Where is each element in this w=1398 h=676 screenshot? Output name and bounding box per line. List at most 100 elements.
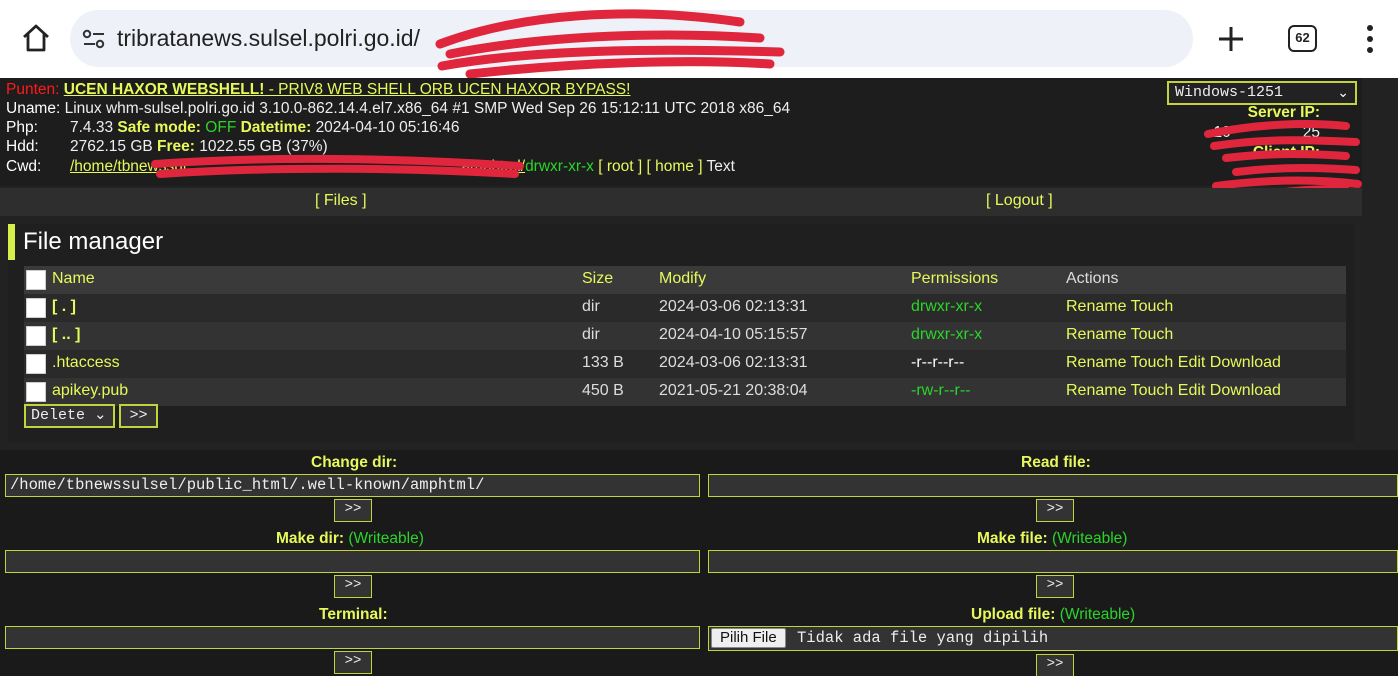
file-actions[interactable]: Rename Touch bbox=[1066, 298, 1173, 316]
title-link[interactable]: UCEN HAXOR WEBSHELL! bbox=[64, 81, 265, 98]
select-all-checkbox[interactable] bbox=[26, 270, 46, 290]
col-name[interactable]: Name bbox=[52, 270, 95, 288]
row-checkbox[interactable] bbox=[26, 354, 46, 374]
upload-file-title: Upload file: (Writeable) bbox=[971, 606, 1135, 624]
upload-file-label: Upload file: bbox=[971, 606, 1056, 623]
tools-panel: Change dir: /home/tbnewssulsel/public_ht… bbox=[0, 450, 1398, 676]
upload-go-button[interactable]: >> bbox=[1036, 654, 1074, 676]
logout-link[interactable]: [ Logout ] bbox=[986, 192, 1053, 210]
make-dir-title: Make dir: (Writeable) bbox=[276, 530, 424, 548]
file-name-link[interactable]: [ .. ] bbox=[52, 326, 80, 344]
cwd-permissions: drwxr-xr-x bbox=[525, 158, 594, 175]
webshell-page: Punten: UCEN HAXOR WEBSHELL! - PRIV8 WEB… bbox=[0, 78, 1398, 676]
table-row: .htaccess 133 B 2024-03-06 02:13:31 -r--… bbox=[24, 350, 1346, 378]
hdd-label: Hdd: bbox=[6, 138, 39, 155]
file-manager-title: File manager bbox=[8, 224, 1354, 260]
chevron-down-icon: ⌄ bbox=[85, 407, 107, 424]
uname-value: Linux whm-sulsel.polri.go.id 3.10.0-862.… bbox=[64, 100, 791, 117]
file-table: Name Size Modify Permissions Actions [ .… bbox=[24, 266, 1346, 406]
php-line: Php: 7.4.33 Safe mode: OFF Datetime: 2024… bbox=[6, 119, 460, 137]
subtitle-link[interactable]: - PRIV8 WEB SHELL ORB UCEN HAXOR BYPASS! bbox=[264, 81, 631, 98]
file-size: dir bbox=[582, 326, 600, 343]
file-name-link[interactable]: [ . ] bbox=[52, 298, 76, 316]
files-link[interactable]: [ Files ] bbox=[315, 192, 367, 210]
file-permissions[interactable]: drwxr-xr-x bbox=[911, 298, 982, 316]
safe-mode-label: Safe mode: bbox=[117, 119, 201, 136]
change-dir-go-button[interactable]: >> bbox=[334, 499, 372, 522]
home-link[interactable]: [ home ] bbox=[647, 158, 703, 175]
file-name-link[interactable]: apikey.pub bbox=[52, 382, 128, 400]
terminal-title: Terminal: bbox=[319, 606, 388, 623]
bulk-action-select[interactable]: Delete ⌄ bbox=[24, 404, 115, 428]
uname-line: Uname: Linux whm-sulsel.polri.go.id 3.10… bbox=[6, 100, 790, 118]
col-permissions[interactable]: Permissions bbox=[911, 270, 998, 288]
file-size: 133 B bbox=[582, 354, 624, 371]
row-checkbox[interactable] bbox=[26, 298, 46, 318]
change-dir-title: Change dir: bbox=[311, 454, 398, 471]
punten-label: Punten: bbox=[6, 81, 60, 98]
table-header: Name Size Modify Permissions Actions bbox=[24, 266, 1346, 294]
make-file-writeable: (Writeable) bbox=[1051, 530, 1128, 547]
bulk-go-button[interactable]: >> bbox=[119, 404, 158, 428]
row-checkbox[interactable] bbox=[26, 382, 46, 402]
system-info-header: Punten: UCEN HAXOR WEBSHELL! - PRIV8 WEB… bbox=[0, 78, 1362, 202]
url-text[interactable]: tribratanews.sulsel.polri.go.id/ bbox=[117, 25, 420, 52]
col-size[interactable]: Size bbox=[582, 270, 613, 288]
upload-file-field: Pilih File Tidak ada file yang dipilih bbox=[708, 626, 1398, 651]
datetime-label: Datetime: bbox=[240, 119, 312, 136]
no-file-text: Tidak ada file yang dipilih bbox=[797, 629, 1049, 647]
read-file-input[interactable] bbox=[708, 474, 1398, 497]
site-settings-icon[interactable] bbox=[82, 28, 106, 50]
change-dir-input[interactable]: /home/tbnewssulsel/public_html/.well-kno… bbox=[5, 474, 700, 497]
cwd-label: Cwd: bbox=[6, 158, 42, 175]
make-file-go-button[interactable]: >> bbox=[1036, 575, 1074, 598]
file-name-link[interactable]: .htaccess bbox=[52, 354, 120, 372]
file-permissions[interactable]: -r--r--r-- bbox=[911, 354, 964, 372]
bulk-action-value: Delete bbox=[31, 407, 86, 424]
read-file-go-button[interactable]: >> bbox=[1036, 499, 1074, 522]
file-actions[interactable]: Rename Touch Edit Download bbox=[1066, 382, 1281, 400]
file-modify: 2024-03-06 02:13:31 bbox=[659, 298, 808, 315]
hdd-total: 2762.15 GB bbox=[70, 138, 153, 155]
file-modify: 2024-03-06 02:13:31 bbox=[659, 354, 808, 371]
php-version: 7.4.33 bbox=[70, 119, 114, 136]
file-actions[interactable]: Rename Touch Edit Download bbox=[1066, 354, 1281, 372]
root-link[interactable]: [ root ] bbox=[598, 158, 642, 175]
more-menu-icon[interactable] bbox=[1360, 24, 1380, 54]
make-dir-go-button[interactable]: >> bbox=[334, 575, 372, 598]
cwd-redaction-scribble bbox=[151, 154, 524, 178]
php-label: Php: bbox=[6, 119, 38, 136]
make-file-label: Make file: bbox=[977, 530, 1048, 547]
choose-file-button[interactable]: Pilih File bbox=[711, 628, 786, 648]
chevron-down-icon: ⌄ bbox=[1337, 86, 1349, 102]
file-permissions[interactable]: -rw-r--r-- bbox=[911, 382, 971, 400]
read-file-title: Read file: bbox=[1021, 454, 1091, 471]
new-tab-icon[interactable] bbox=[1214, 22, 1248, 56]
home-icon[interactable] bbox=[20, 22, 52, 54]
file-modify: 2021-05-21 20:38:04 bbox=[659, 382, 808, 399]
datetime-value: 2024-04-10 05:16:46 bbox=[315, 119, 460, 136]
uname-label: Uname: bbox=[6, 100, 61, 117]
file-permissions[interactable]: drwxr-xr-x bbox=[911, 326, 982, 344]
terminal-go-button[interactable]: >> bbox=[334, 651, 372, 674]
row-checkbox[interactable] bbox=[26, 326, 46, 346]
tab-switcher-button[interactable]: 62 bbox=[1288, 25, 1317, 52]
file-actions[interactable]: Rename Touch bbox=[1066, 326, 1173, 344]
punten-line: Punten: UCEN HAXOR WEBSHELL! - PRIV8 WEB… bbox=[6, 81, 630, 99]
browser-toolbar: tribratanews.sulsel.polri.go.id/ 62 bbox=[0, 0, 1398, 78]
col-actions: Actions bbox=[1066, 270, 1119, 287]
make-dir-input[interactable] bbox=[5, 550, 700, 573]
upload-writeable: (Writeable) bbox=[1059, 606, 1136, 623]
safe-mode-value: OFF bbox=[205, 119, 237, 136]
make-file-input[interactable] bbox=[708, 550, 1398, 573]
url-redaction-scribble bbox=[435, 9, 785, 78]
file-size: dir bbox=[582, 298, 600, 315]
file-size: 450 B bbox=[582, 382, 624, 399]
terminal-input[interactable] bbox=[5, 626, 700, 649]
encoding-select[interactable]: Windows-1251 ⌄ bbox=[1167, 81, 1357, 105]
col-modify[interactable]: Modify bbox=[659, 270, 706, 288]
file-manager-panel: File manager Name Size Modify Permission… bbox=[8, 224, 1354, 442]
make-file-title: Make file: (Writeable) bbox=[977, 530, 1127, 548]
make-dir-writeable: (Writeable) bbox=[348, 530, 424, 547]
text-link[interactable]: Text bbox=[707, 158, 735, 175]
